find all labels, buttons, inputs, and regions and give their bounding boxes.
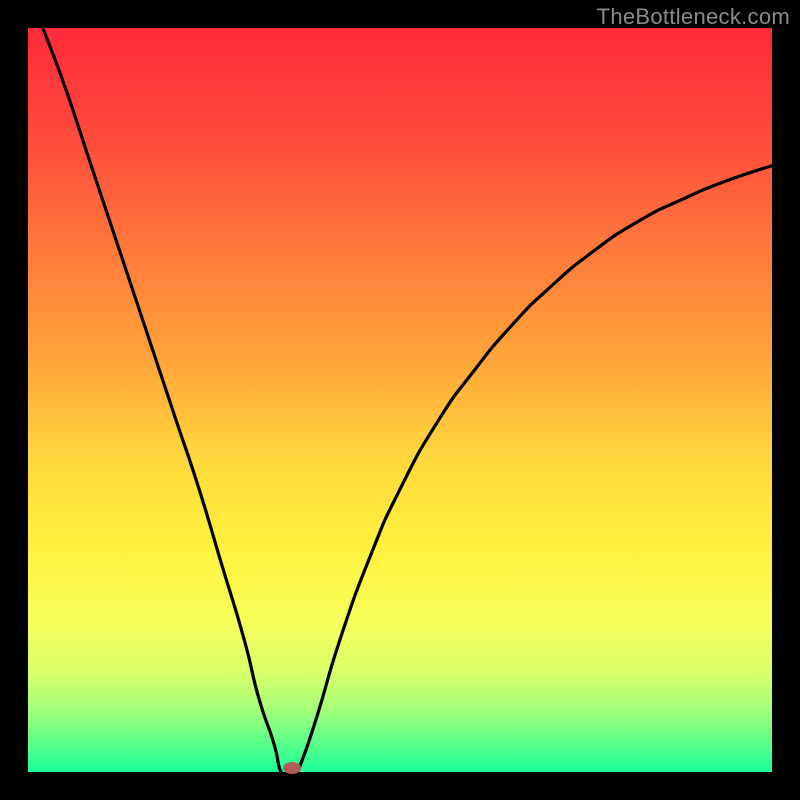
chart-frame: TheBottleneck.com bbox=[0, 0, 800, 800]
current-point-marker bbox=[283, 762, 301, 774]
bottleneck-curve bbox=[43, 28, 772, 776]
watermark-text: TheBottleneck.com bbox=[597, 4, 790, 30]
curve-svg bbox=[28, 28, 772, 772]
plot-area bbox=[28, 28, 772, 772]
